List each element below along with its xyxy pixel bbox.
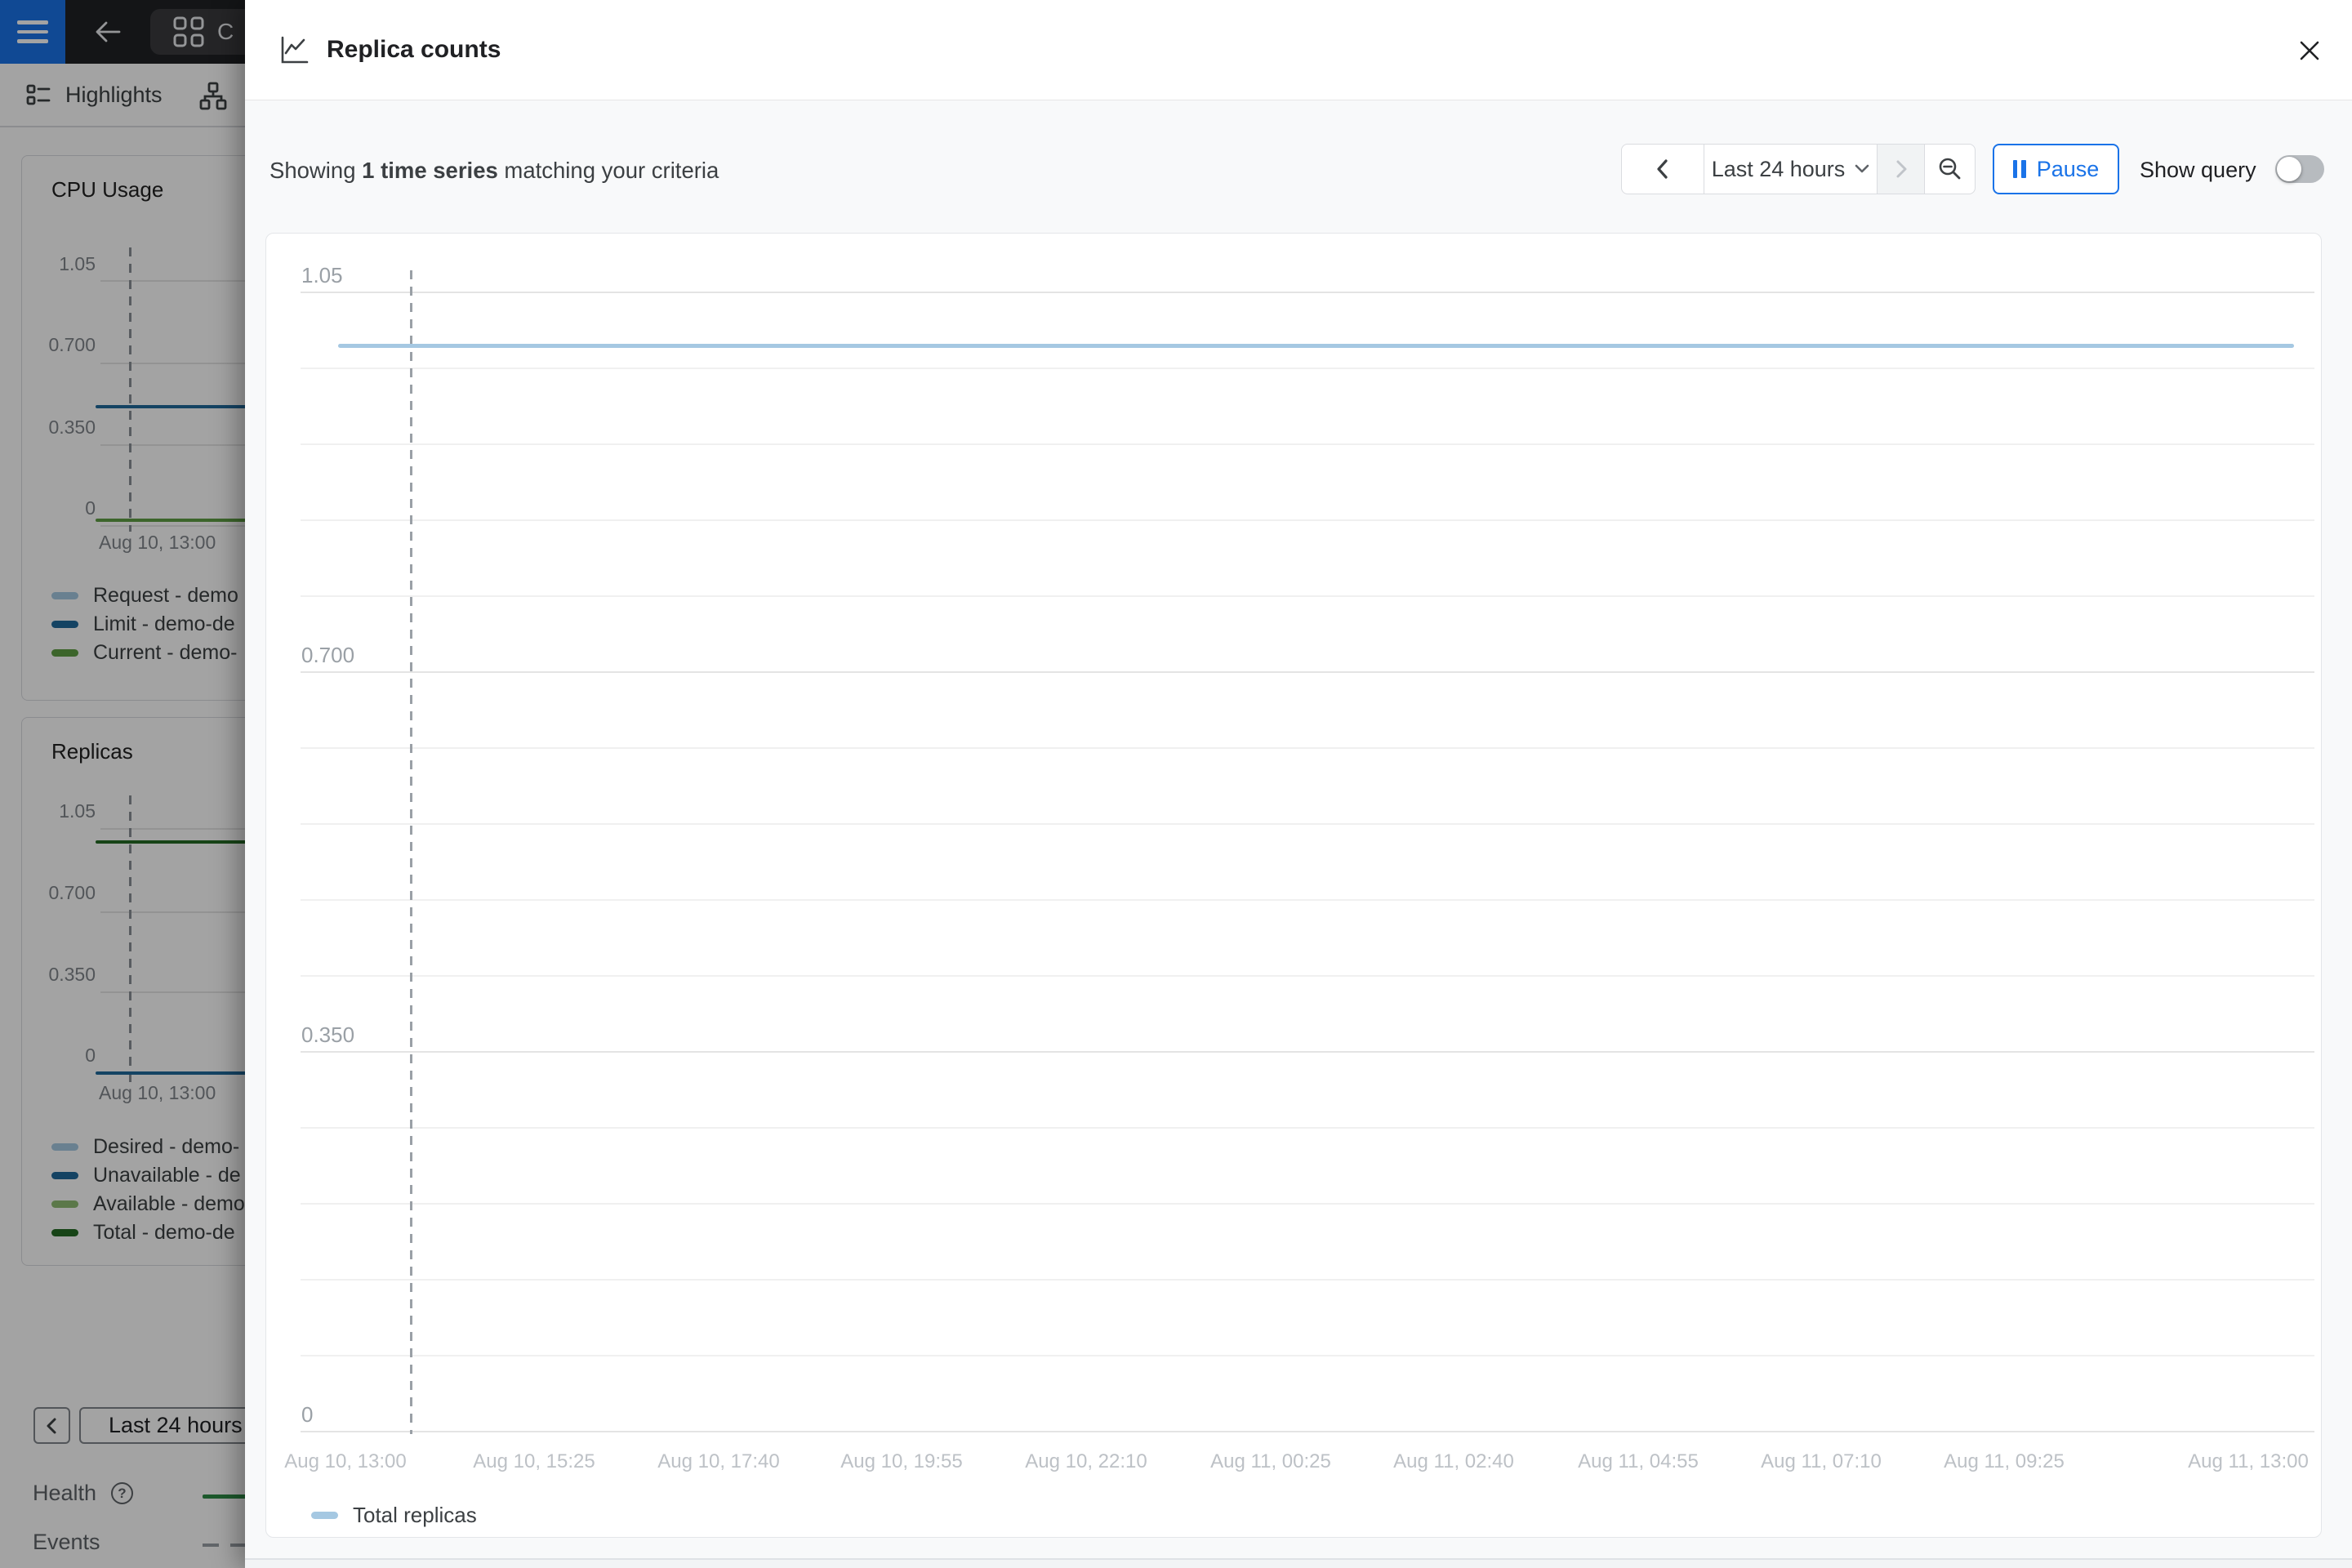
gridline <box>301 595 2314 597</box>
bottom-divider <box>245 1558 2352 1560</box>
close-icon <box>2296 37 2323 65</box>
series-summary: Showing 1 time series matching your crit… <box>270 158 719 184</box>
x-tick: Aug 10, 13:00 <box>276 1450 415 1473</box>
x-tick: Aug 11, 04:55 <box>1569 1450 1708 1473</box>
time-range-control: Last 24 hours <box>1621 144 1976 194</box>
x-tick: Aug 11, 13:00 <box>2179 1450 2318 1473</box>
legend-swatch <box>311 1512 338 1519</box>
gridline <box>301 747 2314 749</box>
time-marker-dashed-line <box>410 270 412 1434</box>
gridline <box>301 671 2314 673</box>
x-tick: Aug 11, 00:25 <box>1201 1450 1340 1473</box>
x-tick: Aug 10, 15:25 <box>465 1450 604 1473</box>
legend-item: Total replicas <box>311 1504 477 1526</box>
time-back-button[interactable] <box>1622 145 1704 194</box>
gridline <box>301 368 2314 369</box>
gridline <box>301 1279 2314 1281</box>
gridline <box>301 443 2314 445</box>
gridline <box>301 899 2314 901</box>
time-forward-button[interactable] <box>1877 145 1924 194</box>
x-axis: Aug 10, 13:00 Aug 10, 15:25 Aug 10, 17:4… <box>266 1450 2321 1477</box>
replica-counts-dialog: Replica counts Showing 1 time series mat… <box>245 0 2352 1568</box>
time-range-label: Last 24 hours <box>1712 157 1846 182</box>
dialog-title: Replica counts <box>327 36 501 64</box>
pause-icon <box>2013 160 2026 178</box>
gridline <box>301 519 2314 521</box>
y-tick: 0.350 <box>301 1022 354 1045</box>
y-tick: 0 <box>301 1402 313 1425</box>
screen: C Highlights <box>0 0 2352 1568</box>
time-range-dropdown[interactable]: Last 24 hours <box>1704 145 1877 194</box>
gridline <box>301 1431 2314 1432</box>
x-tick: Aug 11, 07:10 <box>1752 1450 1891 1473</box>
toggle-knob <box>2277 157 2301 181</box>
show-query-label: Show query <box>2140 158 2256 183</box>
x-tick: Aug 11, 09:25 <box>1935 1450 2074 1473</box>
pause-button[interactable]: Pause <box>1993 144 2119 194</box>
total-replicas-line <box>338 344 2294 348</box>
show-query-toggle[interactable] <box>2275 155 2324 183</box>
chart-card: 1.05 0.700 0.350 0 Aug 10, 13:00 Aug 10,… <box>265 233 2322 1538</box>
x-tick: Aug 10, 19:55 <box>832 1450 971 1473</box>
line-chart-icon <box>278 33 310 66</box>
chevron-left-icon <box>1651 158 1674 180</box>
zoom-out-icon <box>1937 156 1963 182</box>
y-tick: 1.05 <box>301 263 343 286</box>
gridline <box>301 292 2314 293</box>
gridline <box>301 1203 2314 1205</box>
dialog-bottom-strip <box>245 1538 2352 1568</box>
gridline <box>301 823 2314 825</box>
gridline <box>301 1127 2314 1129</box>
zoom-out-button[interactable] <box>1924 145 1975 194</box>
chevron-down-icon <box>1855 164 1869 174</box>
gridline <box>301 1355 2314 1356</box>
chart-legend: Total replicas <box>311 1504 477 1526</box>
dialog-header: Replica counts <box>245 0 2352 100</box>
x-tick: Aug 10, 17:40 <box>649 1450 788 1473</box>
chevron-right-icon <box>1891 158 1912 180</box>
x-tick: Aug 11, 02:40 <box>1384 1450 1523 1473</box>
gridline <box>301 1051 2314 1053</box>
pause-button-label: Pause <box>2037 157 2100 182</box>
legend-label: Total replicas <box>353 1503 477 1528</box>
gridline <box>301 975 2314 977</box>
close-button[interactable] <box>2293 34 2326 67</box>
x-tick: Aug 10, 22:10 <box>1017 1450 1156 1473</box>
y-tick: 0.700 <box>301 643 354 666</box>
